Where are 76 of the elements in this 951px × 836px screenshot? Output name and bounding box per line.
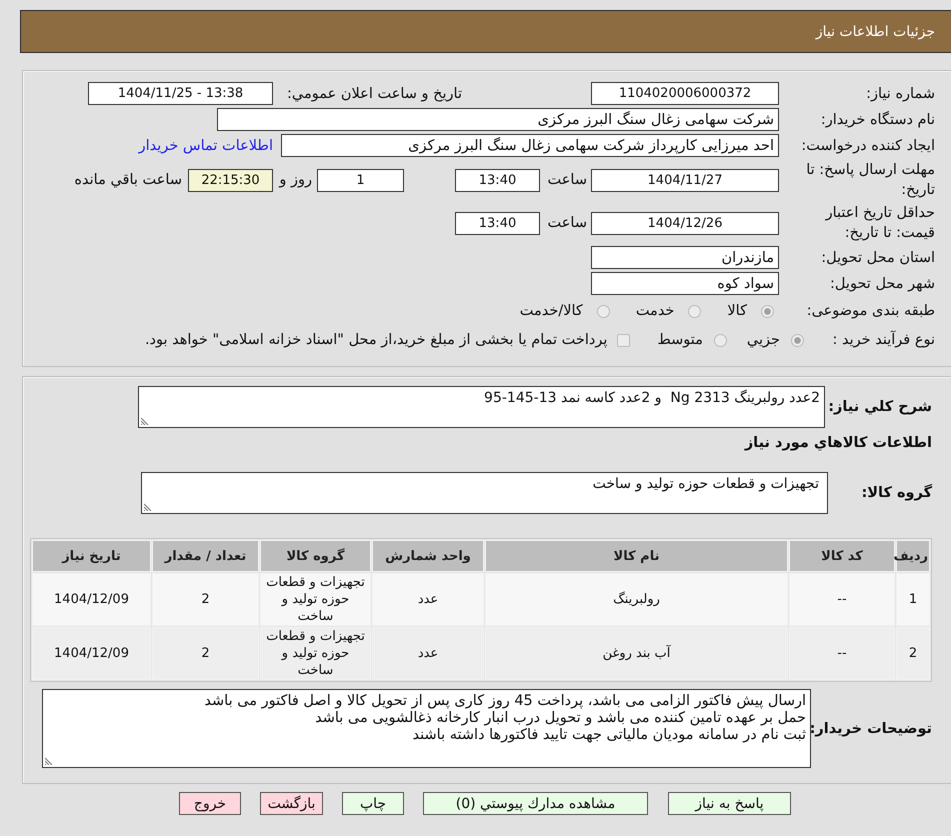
page-title: جزئیات اطلاعات نیاز bbox=[816, 24, 935, 40]
table-cell: آب بند روغن bbox=[485, 627, 788, 680]
description-field[interactable]: 2عدد رولبرینگ Ng 2313 و 2عدد کاسه نمد 13-145-95 bbox=[138, 386, 825, 428]
action-button[interactable]: چاپ bbox=[342, 792, 404, 815]
time-label: ساعت bbox=[548, 215, 587, 231]
announce-date-field[interactable]: 1404/11/25 - 13:38 bbox=[88, 82, 273, 105]
need-number-field[interactable]: 1104020006000372 bbox=[591, 82, 779, 105]
checkbox[interactable] bbox=[617, 334, 630, 346]
field-label: شهر محل تحویل: bbox=[830, 276, 935, 292]
field-label: نوع فرآیند خرید : bbox=[832, 332, 935, 348]
table-cell: 1404/12/09 bbox=[32, 573, 151, 626]
table-header-cell: واحد شمارش bbox=[372, 540, 484, 572]
field-label: نام دستگاه خریدار: bbox=[820, 112, 935, 128]
option-label: متوسط bbox=[657, 332, 703, 348]
field-label: تاریخ و ساعت اعلان عمومي: bbox=[287, 86, 462, 102]
treasury-option-label: پرداخت تمام یا بخشی از مبلغ خرید،از محل "اسناد خزانه اسلامی" خواهد بود. bbox=[144, 332, 608, 348]
goods-group-field[interactable]: تجهیزات و قطعات حوزه تولید و ساخت bbox=[141, 472, 828, 514]
field-label: استان محل تحویل: bbox=[821, 250, 935, 266]
table-cell: -- bbox=[789, 627, 895, 680]
days-field[interactable]: 1 bbox=[317, 168, 404, 192]
resize-grip-icon bbox=[45, 757, 53, 765]
field-label: توضیحات خریدار: bbox=[810, 720, 932, 736]
resize-grip-icon bbox=[144, 503, 152, 511]
table-cell: 2 bbox=[896, 627, 930, 680]
buyer-notes-field[interactable]: ارسال پیش فاکتور الزامی می باشد، پرداخت 45 روز کاری پس از تحویل کالا و اصل فاکتور می باشد حمل بر عهده تامین کننده می باشد و تحویل درب انبار کارخانه ذغالشویی می باشد ثبت نام در سامانه مودیان مالیاتی جهت تایید فاکتورها داشته باشند bbox=[42, 689, 811, 768]
field-label: شرح کلي نیاز: bbox=[828, 399, 932, 415]
table-cell: عدد bbox=[372, 573, 484, 626]
table-header-cell: گروه کالا bbox=[260, 540, 371, 572]
radio-button[interactable] bbox=[714, 334, 727, 346]
field-label: شماره نیاز: bbox=[866, 86, 935, 102]
field-label: حداقل تاريخ اعتبار قیمت: تا تاریخ: bbox=[824, 204, 935, 243]
table-header-cell: تاریخ نیاز bbox=[32, 540, 151, 572]
option-label: کالا bbox=[727, 303, 747, 319]
deadline-date-field[interactable]: 1404/11/27 bbox=[591, 168, 779, 192]
option-label: جزيي bbox=[746, 332, 780, 348]
field-label: ایجاد کننده درخواست: bbox=[801, 138, 935, 154]
radio-button[interactable] bbox=[596, 304, 610, 318]
radio-button[interactable] bbox=[761, 304, 774, 318]
radio-button[interactable] bbox=[688, 304, 702, 318]
action-button[interactable]: بازگشت bbox=[260, 792, 323, 815]
table-header-cell: تعداد / مقدار bbox=[152, 540, 259, 572]
days-label: روز و bbox=[279, 172, 312, 188]
option-label: کالا/خدمت bbox=[520, 303, 583, 319]
action-button[interactable]: مشاهده مدارك پیوستي (0) bbox=[423, 792, 648, 815]
action-button[interactable]: خروج bbox=[179, 792, 241, 815]
section-heading: اطلاعات کالاهاي مورد نیاز bbox=[744, 434, 932, 453]
table-header-cell: ردیف bbox=[896, 540, 930, 572]
table-cell: 1 bbox=[896, 573, 930, 626]
table-cell: 2 bbox=[152, 573, 259, 626]
validity-time-field[interactable]: 13:40 bbox=[455, 212, 540, 234]
table-cell: تجهیزات و قطعات حوزه تولید و ساخت bbox=[260, 627, 371, 680]
buyer-org-field[interactable]: شرکت سهامی زغال سنگ البرز مرکزی bbox=[217, 108, 779, 131]
table-cell: 2 bbox=[152, 627, 259, 680]
radio-button[interactable] bbox=[791, 334, 804, 346]
contact-info-link[interactable]: اطلاعات تماس خریدار bbox=[138, 138, 273, 154]
province-field[interactable]: مازندران bbox=[591, 246, 779, 269]
table-cell: 1404/12/09 bbox=[32, 627, 151, 680]
remaining-label: ساعت باقي مانده bbox=[74, 172, 182, 188]
deadline-time-field[interactable]: 13:40 bbox=[455, 168, 540, 192]
table-cell: -- bbox=[789, 573, 895, 626]
action-button[interactable]: پاسخ به نیاز bbox=[668, 792, 791, 815]
field-label: مهلت ارسال پاسخ: تا تاریخ: bbox=[805, 161, 935, 200]
table-cell: رولبرینگ bbox=[485, 573, 788, 626]
resize-grip-icon bbox=[141, 417, 149, 425]
time-label: ساعت bbox=[548, 172, 587, 188]
validity-date-field[interactable]: 1404/12/26 bbox=[591, 212, 779, 234]
city-field[interactable]: سواد کوه bbox=[591, 272, 779, 295]
requester-field[interactable]: احد میرزایی کارپرداز شرکت سهامی زغال سنگ البرز مرکزی bbox=[281, 134, 779, 157]
table-header-cell: کد کالا bbox=[789, 540, 895, 572]
table-header-cell: نام کالا bbox=[485, 540, 788, 572]
field-label: طبقه بندی موضوعی: bbox=[806, 303, 935, 319]
remaining-time-field[interactable]: 22:15:30 bbox=[188, 168, 273, 192]
field-label: گروه کالا: bbox=[861, 485, 932, 501]
option-label: خدمت bbox=[636, 303, 674, 319]
table-cell: تجهیزات و قطعات حوزه تولید و ساخت bbox=[260, 573, 371, 626]
table-cell: عدد bbox=[372, 627, 484, 680]
